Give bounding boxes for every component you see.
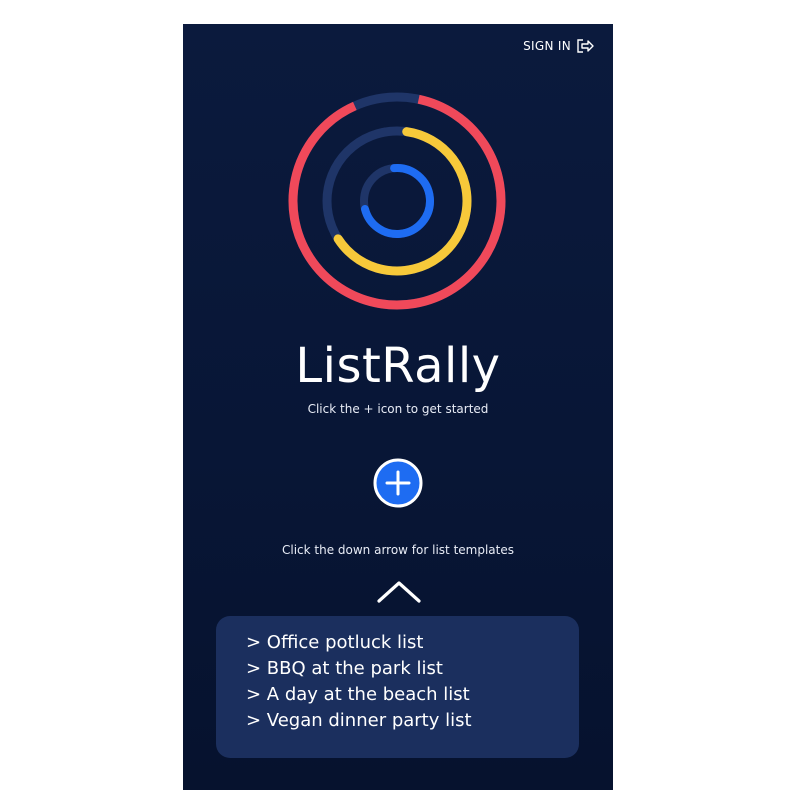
template-item-vegan-dinner[interactable]: > Vegan dinner party list <box>246 708 579 734</box>
template-item-office-potluck[interactable]: > Office potluck list <box>246 630 579 656</box>
app-screen: SIGN IN ListRally Click the + icon to ge… <box>183 24 613 790</box>
templates-hint: Click the down arrow for list templates <box>281 543 514 557</box>
app-title: ListRally <box>295 338 501 394</box>
template-item-beach-day[interactable]: > A day at the beach list <box>246 682 579 708</box>
templates-panel: > Office potluck list > BBQ at the park … <box>216 616 579 758</box>
plus-circle-icon <box>373 458 423 508</box>
template-item-bbq-park[interactable]: > BBQ at the park list <box>246 656 579 682</box>
chevron-up-icon <box>377 581 421 603</box>
sign-in-label: SIGN IN <box>523 39 571 53</box>
sign-in-icon <box>575 38 595 54</box>
templates-toggle-button[interactable] <box>376 579 422 605</box>
app-logo-rings <box>286 90 508 312</box>
sign-in-button[interactable]: SIGN IN <box>523 38 595 54</box>
get-started-hint: Click the + icon to get started <box>307 402 489 416</box>
add-list-button[interactable] <box>373 458 423 508</box>
